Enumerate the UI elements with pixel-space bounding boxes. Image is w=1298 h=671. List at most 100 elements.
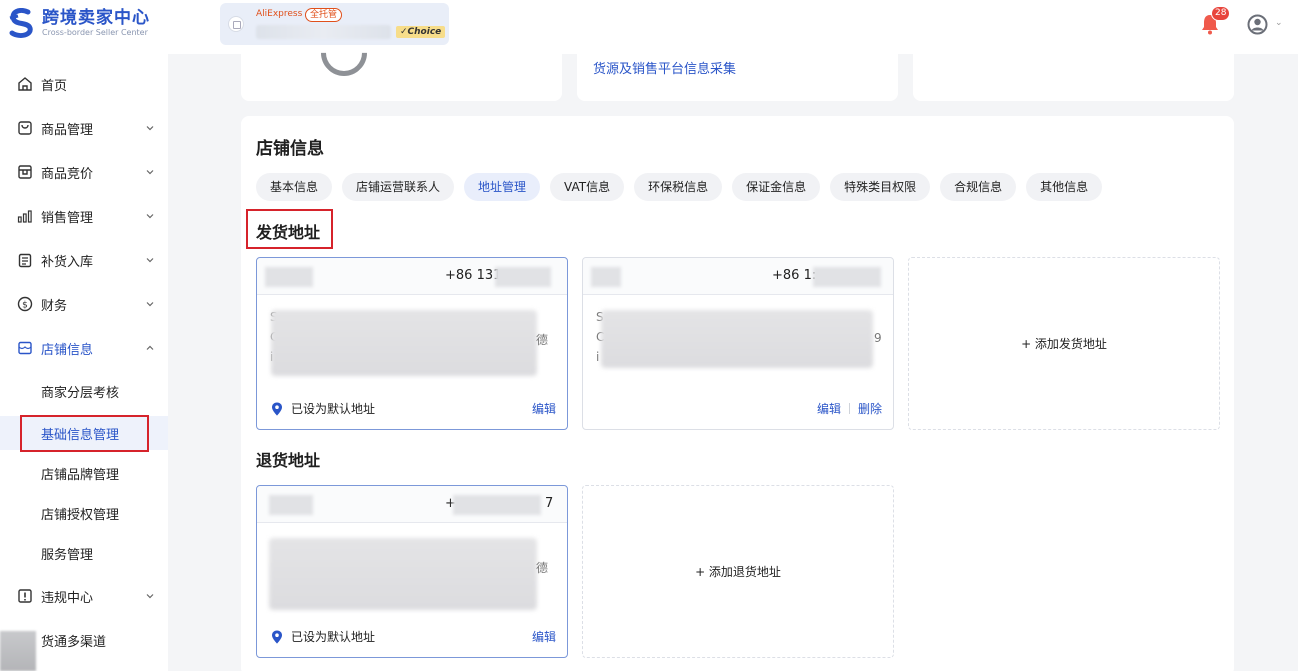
logo-subtitle: Cross-border Seller Center: [42, 28, 148, 37]
chevron-up-icon: [146, 345, 154, 350]
chevron-down-icon: [146, 302, 154, 307]
phone-number: +86 1:: [772, 268, 817, 283]
default-address-tag: 已设为默认地址: [271, 400, 375, 417]
sidebar-subitem-service[interactable]: 服务管理: [0, 537, 168, 569]
tab-operations-contact[interactable]: 店铺运营联系人: [342, 173, 455, 201]
edit-button[interactable]: 编辑: [817, 400, 841, 417]
sidebar-item-sales[interactable]: 销售管理: [0, 200, 168, 232]
default-address-tag: 已设为默认地址: [271, 628, 375, 645]
store-icon: [18, 165, 32, 179]
address-blurred: [271, 310, 537, 376]
sidebar-item-restock[interactable]: 补货入库: [0, 244, 168, 276]
sidebar-item-home[interactable]: 首页: [0, 68, 168, 100]
tab-compliance[interactable]: 合规信息: [940, 173, 1017, 201]
edit-button[interactable]: 编辑: [532, 400, 556, 417]
address-fragment: i: [596, 350, 600, 364]
shipping-address-card[interactable]: +86 131 S C i 德 已设为默认地址 编辑: [256, 257, 568, 430]
address-blurred: [269, 538, 537, 610]
address-card-header: + 7: [257, 486, 567, 523]
sidebar-item-products[interactable]: 商品管理: [0, 112, 168, 144]
chevron-down-icon: [146, 126, 154, 131]
edit-button[interactable]: 编辑: [532, 628, 556, 645]
bar-chart-icon: [17, 210, 32, 223]
card-actions: 编辑: [532, 400, 556, 417]
sidebar: 首页 商品管理 商品竞价 销售管理 补货入库 $ 财务 店铺信息 商家分层考核: [0, 54, 168, 671]
avatar-icon[interactable]: [1247, 14, 1268, 35]
svg-text:$: $: [22, 301, 28, 311]
store-icon: [228, 16, 244, 32]
choice-badge: ✓Choice: [396, 26, 446, 38]
sidebar-item-label: 财务: [41, 298, 68, 314]
card-actions: 编辑 删除: [817, 400, 882, 417]
add-return-address-label: + 添加退货地址: [695, 565, 781, 579]
address-fragment: 9: [874, 331, 882, 345]
location-pin-icon: [272, 402, 282, 415]
recipient-name-blurred: [269, 495, 313, 515]
location-pin-icon: [272, 630, 282, 643]
add-return-address-button[interactable]: + 添加退货地址: [582, 485, 894, 658]
recipient-name-blurred: [591, 267, 621, 287]
bag-icon: [18, 121, 32, 135]
sidebar-item-bidding[interactable]: 商品竞价: [0, 156, 168, 188]
summary-card-1: [241, 20, 562, 101]
chevron-down-icon: [146, 214, 154, 219]
sidebar-item-label: 首页: [41, 78, 68, 94]
chevron-down-icon: [146, 594, 154, 599]
phone-suffix: 7: [545, 496, 554, 511]
sidebar-item-violations[interactable]: 违规中心: [0, 580, 168, 612]
sidebar-item-label: 货通多渠道: [41, 634, 107, 650]
return-address-card[interactable]: + 7 德 已设为默认地址 编辑: [256, 485, 568, 658]
sidebar-item-label: 商品竞价: [41, 166, 94, 182]
sidebar-subitem-label: 商家分层考核: [41, 385, 120, 401]
alert-icon: [18, 589, 32, 603]
sidebar-item-shop-info[interactable]: 店铺信息: [0, 332, 168, 364]
delete-button[interactable]: 删除: [858, 400, 882, 417]
store-platform: AliExpress: [256, 9, 303, 19]
address-card-header: +86 1:: [583, 258, 893, 295]
top-bar: 跨境卖家中心 Cross-border Seller Center AliExp…: [0, 0, 1298, 54]
chevron-down-icon: [146, 258, 154, 263]
summary-card-3: [913, 54, 1234, 101]
sidebar-subitem-label: 服务管理: [41, 547, 94, 563]
shop-info-panel: 店铺信息 基本信息 店铺运营联系人 地址管理 VAT信息 环保税信息 保证金信息…: [241, 116, 1234, 671]
chevron-down-icon[interactable]: ⌄: [1275, 18, 1283, 28]
phone-number: +86 131: [445, 268, 502, 283]
phone-blurred: [813, 267, 881, 287]
blurred-thumbnail: [0, 631, 36, 671]
tab-special-category[interactable]: 特殊类目权限: [830, 173, 931, 201]
sidebar-subitem-label: 店铺品牌管理: [41, 467, 120, 483]
default-address-label: 已设为默认地址: [291, 402, 376, 416]
logo[interactable]: 跨境卖家中心 Cross-border Seller Center: [8, 8, 150, 38]
highlight-box-shipping: [246, 209, 333, 249]
phone-blurred: [495, 267, 551, 287]
sidebar-item-label: 补货入库: [41, 254, 94, 270]
sidebar-subitem-authorization[interactable]: 店铺授权管理: [0, 497, 168, 529]
sidebar-item-label: 销售管理: [41, 210, 94, 226]
notification-badge: 28: [1211, 6, 1231, 21]
sidebar-subitem-merchant-tier[interactable]: 商家分层考核: [0, 375, 168, 407]
sidebar-item-finance[interactable]: $ 财务: [0, 288, 168, 320]
add-shipping-address-button[interactable]: + 添加发货地址: [908, 257, 1220, 430]
tab-deposit[interactable]: 保证金信息: [732, 173, 821, 201]
tab-vat-info[interactable]: VAT信息: [550, 173, 625, 201]
tab-eco-tax[interactable]: 环保税信息: [634, 173, 723, 201]
store-name-blurred: [256, 25, 391, 39]
tab-other-info[interactable]: 其他信息: [1026, 173, 1103, 201]
default-address-label: 已设为默认地址: [291, 630, 376, 644]
tab-address-management[interactable]: 地址管理: [464, 173, 541, 201]
tab-basic-info[interactable]: 基本信息: [256, 173, 333, 201]
chevron-down-icon: [146, 170, 154, 175]
sidebar-subitem-label: 店铺授权管理: [41, 507, 120, 523]
sidebar-subitem-brand[interactable]: 店铺品牌管理: [0, 457, 168, 489]
sidebar-item-label: 商品管理: [41, 122, 94, 138]
store-badge: 全托管: [305, 8, 343, 22]
address-fragment: 德: [536, 561, 549, 575]
dollar-icon: $: [17, 296, 33, 312]
shipping-address-card[interactable]: +86 1: S C i 9 编辑 删除: [582, 257, 894, 430]
sidebar-item-label: 店铺信息: [41, 342, 94, 358]
address-blurred: [601, 310, 873, 368]
sidebar-item-label: 违规中心: [41, 590, 94, 606]
info-collection-link[interactable]: 货源及销售平台信息采集: [593, 58, 736, 77]
recipient-name-blurred: [265, 267, 313, 287]
card-actions: 编辑: [532, 628, 556, 645]
